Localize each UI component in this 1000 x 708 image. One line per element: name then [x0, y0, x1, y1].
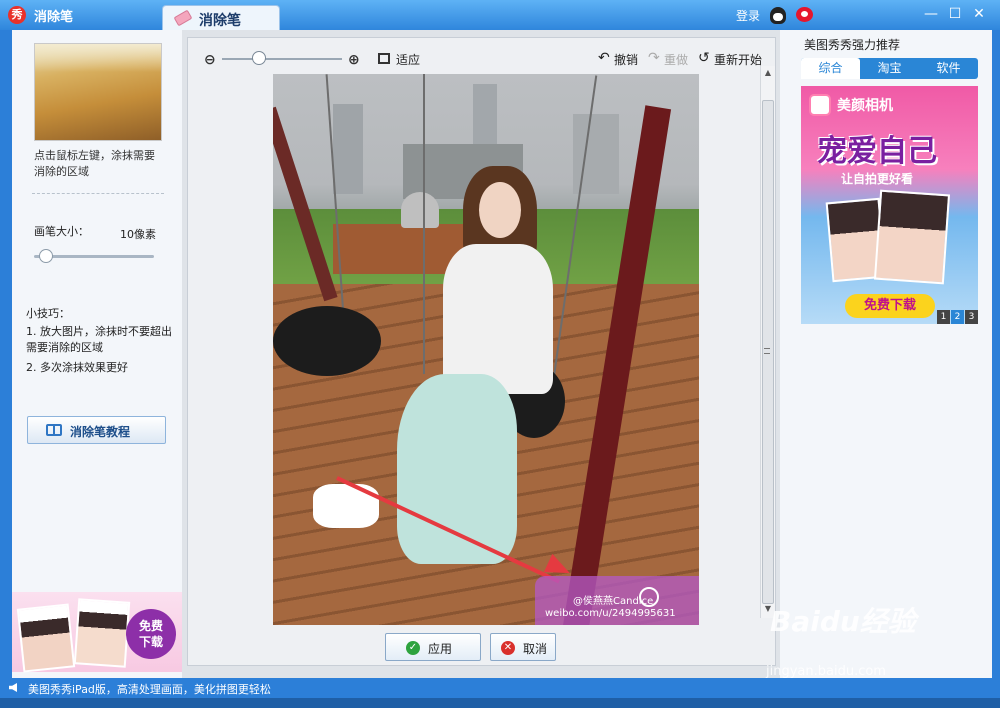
promo-download-text: 下载: [138, 635, 163, 649]
cancel-button-label: 取消: [523, 642, 548, 656]
right-panel: 美图秀秀强力推荐 综合 淘宝 软件 美颜相机 宠爱自己 让自拍更好看 免费下载 …: [780, 30, 992, 678]
meitu-logo-icon: 秀: [8, 6, 26, 24]
status-text[interactable]: 美图秀秀iPad版，高清处理画面，美化拼图更轻松: [28, 681, 271, 697]
photo-canvas[interactable]: @侯燕燕Candice weibo.com/u/2494995631: [273, 74, 699, 625]
swing-chain: [423, 74, 425, 374]
brush-size-value: 10像素: [120, 228, 156, 241]
tab-software[interactable]: 软件: [919, 58, 978, 79]
ad-download-button[interactable]: 免费下载: [845, 294, 935, 318]
brush-size-slider-handle[interactable]: [39, 249, 53, 263]
scrollbar-grip-icon: [764, 348, 770, 354]
status-bar: 美图秀秀iPad版，高清处理画面，美化拼图更轻松: [0, 678, 1000, 698]
minimize-button[interactable]: —: [922, 5, 940, 23]
ad-banner[interactable]: 美颜相机 宠爱自己 让自拍更好看 免费下载: [801, 86, 978, 324]
brush-size-label: 画笔大小：: [34, 225, 89, 238]
restart-icon[interactable]: ↺: [698, 50, 710, 66]
ad-page-3[interactable]: 3: [965, 310, 978, 324]
fit-icon[interactable]: [378, 53, 390, 64]
undo-icon[interactable]: ↶: [598, 50, 610, 66]
tip-item: 2. 多次涂抹效果更好: [26, 361, 128, 374]
title-bar: 秀 消除笔 消除笔 登录 — ☐ ✕: [0, 0, 1000, 31]
person-face: [479, 182, 521, 238]
redo-icon: ↷: [648, 50, 660, 66]
apply-button[interactable]: ✓ 应用: [385, 633, 481, 661]
ad-slogan: 宠爱自己: [817, 134, 937, 169]
vertical-scrollbar[interactable]: ▲ ▼: [760, 66, 775, 618]
person-cardigan: [443, 244, 553, 394]
qq-icon[interactable]: [770, 7, 786, 24]
eraser-icon: [173, 9, 193, 27]
tab-taobao[interactable]: 淘宝: [860, 58, 919, 79]
fit-button[interactable]: 适应: [396, 51, 420, 68]
ad-brand: 美颜相机: [837, 98, 893, 114]
ad-page-2[interactable]: 2: [951, 310, 964, 324]
promo-photo: [73, 598, 131, 668]
tips-title: 小技巧：: [26, 307, 70, 320]
promo-banner[interactable]: 免费 下载: [12, 592, 182, 673]
tutorial-button[interactable]: 消除笔教程: [27, 416, 166, 444]
canvas-panel: ⊖ ⊕ 适应 ↶ 撤销 ↷ 重做 ↺ 重新开始 @侯燕燕Candice weib…: [187, 37, 776, 666]
tab-eraser[interactable]: 消除笔: [162, 5, 280, 31]
tool-preview-image: [34, 43, 162, 141]
camera-app-icon: [809, 94, 831, 116]
cancel-icon: ✕: [501, 641, 515, 655]
promo-photo: [16, 603, 76, 673]
ad-photo: [873, 189, 951, 285]
cancel-button[interactable]: ✕ 取消: [490, 633, 556, 661]
ad-subtitle: 让自拍更好看: [841, 172, 914, 186]
scroll-up-icon[interactable]: ▲: [761, 68, 775, 77]
tutorial-button-label: 消除笔教程: [70, 425, 131, 439]
taskbar: [0, 698, 1000, 708]
tip-item: 1. 放大图片，涂抹时不要超出需要消除的区域: [26, 325, 172, 354]
watermark-url: weibo.com/u/2494995631: [545, 608, 676, 619]
tab-eraser-label: 消除笔: [199, 13, 241, 29]
baidu-watermark: Baidu经验: [770, 605, 916, 638]
restart-button[interactable]: 重新开始: [714, 51, 762, 68]
apply-button-label: 应用: [428, 642, 453, 656]
zoom-slider-track[interactable]: [222, 58, 342, 60]
left-panel: 点击鼠标左键，涂抹需要消除的区域 画笔大小： 10像素 小技巧： 1. 放大图片…: [12, 30, 182, 678]
brush-cursor: [639, 587, 659, 607]
usage-hint: 点击鼠标左键，涂抹需要消除的区域: [34, 149, 155, 178]
roof-vent: [401, 192, 439, 228]
window-title: 消除笔: [34, 10, 74, 25]
redo-button: 重做: [664, 53, 689, 67]
zoom-in-icon[interactable]: ⊕: [348, 52, 360, 68]
zoom-slider-handle[interactable]: [252, 51, 266, 65]
baidu-watermark-url: jingyan.baidu.com: [766, 664, 886, 679]
ad-pager: 123: [937, 308, 979, 324]
weibo-icon[interactable]: [796, 7, 813, 22]
recommend-title: 美图秀秀强力推荐: [804, 38, 901, 52]
tire-swing: [273, 306, 381, 376]
login-link[interactable]: 登录: [736, 7, 760, 24]
undo-button[interactable]: 撤销: [614, 51, 638, 68]
background-building: [333, 104, 363, 194]
book-icon: [46, 424, 62, 436]
divider: [32, 193, 164, 194]
zoom-out-icon[interactable]: ⊖: [204, 52, 216, 68]
editor-area: ⊖ ⊕ 适应 ↶ 撤销 ↷ 重做 ↺ 重新开始 @侯燕燕Candice weib…: [182, 30, 780, 678]
promo-download-badge[interactable]: 免费 下载: [126, 609, 176, 659]
recommend-tabs: 综合 淘宝 软件: [801, 58, 978, 79]
check-icon: ✓: [406, 641, 420, 655]
speaker-icon: [9, 683, 17, 692]
promo-free-text: 免费: [138, 619, 163, 633]
ad-page-1[interactable]: 1: [937, 310, 950, 324]
maximize-button[interactable]: ☐: [946, 5, 964, 23]
tab-all[interactable]: 综合: [801, 58, 860, 79]
close-button[interactable]: ✕: [970, 5, 988, 23]
